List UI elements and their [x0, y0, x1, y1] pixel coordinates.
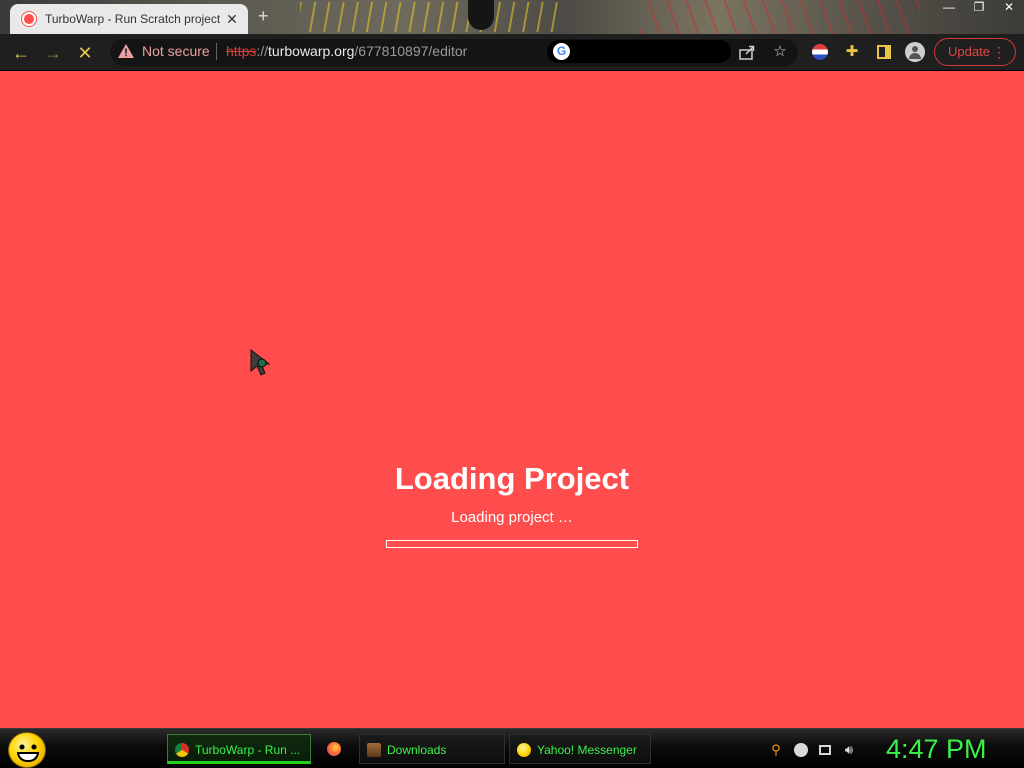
loading-screen: Loading Project Loading project … — [0, 71, 1024, 728]
loading-progress-bar — [386, 540, 638, 548]
url-text[interactable]: https://turbowarp.org/677810897/editor — [226, 43, 467, 59]
taskbar-item-label: TurboWarp - Run ... — [195, 743, 301, 757]
mouse-cursor-icon — [250, 349, 271, 376]
wallpaper-shape — [468, 0, 494, 30]
minimize-icon[interactable]: — — [934, 0, 964, 16]
menu-dots-icon[interactable]: ⋮ — [992, 39, 1006, 65]
forward-arrow-icon[interactable]: → — [42, 42, 64, 64]
tab-close-icon[interactable]: ✕ — [224, 11, 240, 28]
security-label[interactable]: Not secure — [142, 43, 210, 59]
wallpaper-paint-red — [640, 0, 920, 34]
restore-icon[interactable]: ❐ — [964, 0, 994, 16]
window-controls: — ❐ ✕ — [934, 0, 1024, 16]
side-panel-icon[interactable] — [874, 42, 894, 62]
share-icon[interactable] — [737, 42, 757, 62]
google-icon: G — [553, 43, 570, 60]
chrome-icon — [175, 743, 189, 757]
back-arrow-icon[interactable]: ← — [10, 42, 32, 64]
update-button[interactable]: Update ⋮ — [934, 38, 1016, 66]
taskbar-item-label: Downloads — [387, 743, 447, 757]
yahoo-messenger-icon — [517, 743, 531, 757]
volume-speaker-icon[interactable]: 🔊︎ — [841, 742, 857, 758]
turbowarp-favicon-icon — [22, 12, 36, 26]
start-button-smiley-icon[interactable] — [8, 732, 46, 768]
browser-tab[interactable]: TurboWarp - Run Scratch project ✕ — [10, 4, 248, 34]
network-icon[interactable] — [817, 742, 833, 758]
profile-avatar-icon[interactable] — [905, 42, 925, 62]
url-protocol: https — [226, 43, 257, 59]
search-magnifier-icon[interactable]: ⚲ — [768, 742, 784, 758]
title-bar: TurboWarp - Run Scratch project ✕ + — ❐ … — [0, 0, 1024, 34]
firefox-icon — [327, 742, 341, 756]
taskbar-item-label: Yahoo! Messenger — [537, 743, 637, 757]
loading-status: Loading project … — [451, 509, 573, 526]
warning-triangle-icon[interactable] — [118, 44, 134, 58]
taskbar: TurboWarp - Run ... Downloads Yahoo! Mes… — [0, 728, 1024, 768]
taskbar-item-firefox[interactable] — [318, 734, 352, 764]
extension-flag-icon[interactable] — [810, 42, 830, 62]
bookmark-star-icon[interactable]: ☆ — [770, 42, 790, 62]
extensions-puzzle-icon[interactable]: ✚ — [842, 42, 862, 62]
wallpaper-paint-yellow — [300, 2, 560, 32]
stop-loading-icon[interactable]: ✕ — [74, 42, 96, 64]
folder-icon — [367, 743, 381, 757]
url-host: turbowarp.org — [268, 43, 355, 59]
update-label: Update — [948, 44, 990, 59]
google-search-box[interactable]: G — [547, 40, 731, 63]
taskbar-item-downloads[interactable]: Downloads — [359, 734, 505, 764]
taskbar-item-turbowarp[interactable]: TurboWarp - Run ... — [167, 734, 311, 764]
tray-status-icon[interactable] — [793, 742, 809, 758]
url-separator — [216, 43, 217, 60]
taskbar-clock[interactable]: 4:47 PM — [886, 734, 987, 765]
tab-title: TurboWarp - Run Scratch project — [45, 12, 221, 26]
close-window-icon[interactable]: ✕ — [994, 0, 1024, 16]
taskbar-item-yahoo-messenger[interactable]: Yahoo! Messenger — [509, 734, 651, 764]
url-path: /677810897/editor — [354, 43, 468, 59]
loading-title: Loading Project — [394, 461, 630, 496]
url-scheme-separator: :// — [256, 43, 269, 59]
new-tab-button[interactable]: + — [258, 6, 269, 27]
